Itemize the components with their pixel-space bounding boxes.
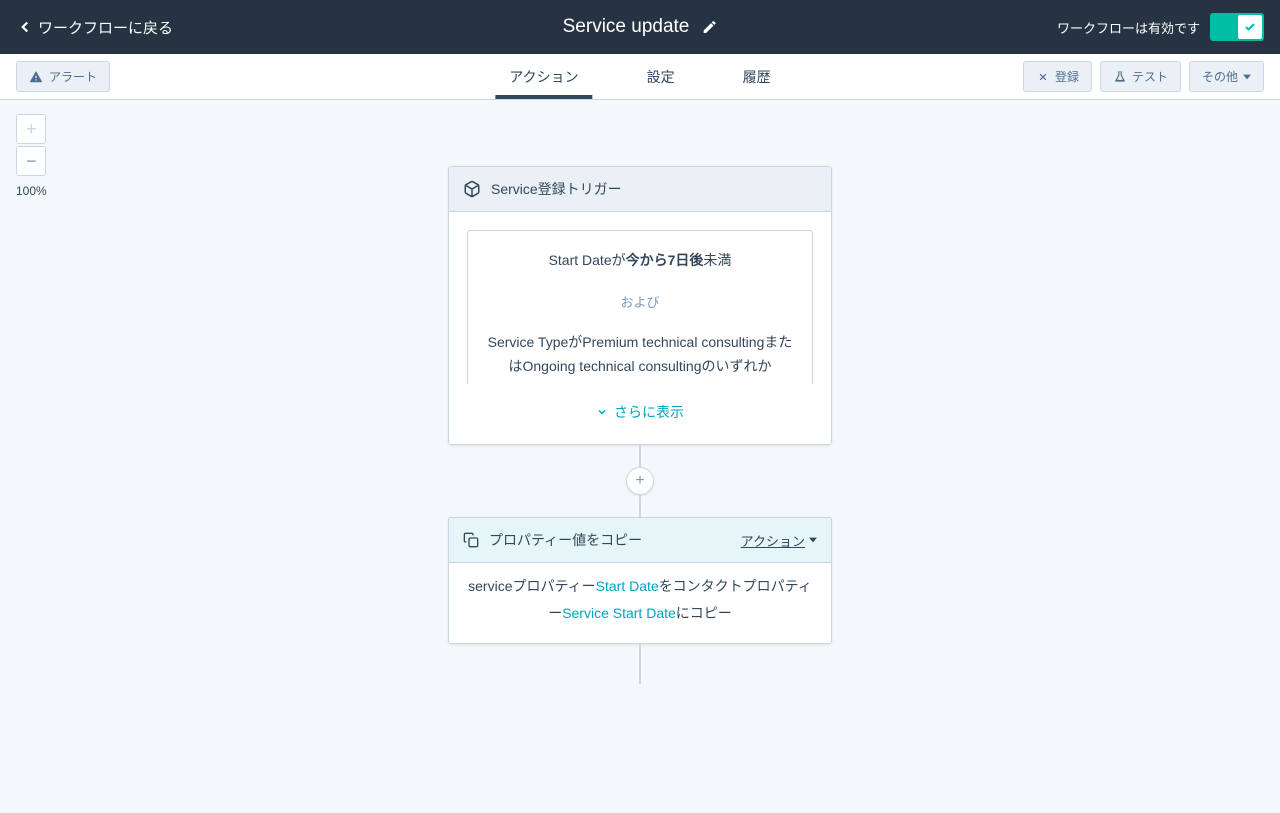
back-label: ワークフローに戻る: [38, 17, 173, 38]
sub-header: アラート アクション 設定 履歴 登録 テスト その他: [0, 54, 1280, 100]
connector-line: [639, 644, 641, 684]
check-icon: [1244, 21, 1256, 33]
source-property-link[interactable]: Start Date: [596, 578, 659, 594]
enroll-icon: [1036, 70, 1050, 84]
action-card-header: プロパティー値をコピー アクション: [449, 518, 831, 563]
alert-label: アラート: [49, 68, 97, 85]
action-title: プロパティー値をコピー: [489, 530, 731, 550]
top-header: ワークフローに戻る Service update ワークフローは有効です: [0, 0, 1280, 54]
trigger-card[interactable]: Service登録トリガー Start Dateが今から7日後未満 および Se…: [448, 166, 832, 445]
tab-history[interactable]: 履歴: [729, 54, 785, 99]
chevron-down-icon: [596, 406, 608, 418]
edit-icon[interactable]: [701, 19, 717, 35]
action-card-body: serviceプロパティーStart DateをコンタクトプロパティーServi…: [449, 563, 831, 642]
test-button[interactable]: テスト: [1100, 61, 1181, 92]
tabs: アクション 設定 履歴: [495, 54, 784, 99]
connector-line: [639, 445, 641, 467]
filter-condition-1[interactable]: Start Dateが今から7日後未満: [468, 231, 812, 291]
flask-icon: [1113, 70, 1127, 84]
zoom-controls: + − 100%: [16, 114, 47, 198]
caret-down-icon: [1243, 73, 1251, 81]
target-property-link[interactable]: Service Start Date: [562, 605, 676, 621]
warning-icon: [29, 70, 43, 84]
filter-group: Start Dateが今から7日後未満 および Service TypeがPre…: [467, 230, 813, 384]
header-right: ワークフローは有効です: [1057, 13, 1264, 41]
workflow-title: Service update: [563, 16, 690, 38]
filter-and-separator: および: [468, 291, 812, 313]
tab-settings[interactable]: 設定: [633, 54, 689, 99]
workflow-enabled-text: ワークフローは有効です: [1057, 18, 1200, 37]
add-action-button[interactable]: +: [626, 467, 654, 495]
zoom-in-button[interactable]: +: [16, 114, 46, 144]
workflow-canvas[interactable]: + − 100% Service登録トリガー Start Dateが今から7日後…: [0, 100, 1280, 813]
title-wrap: Service update: [563, 16, 718, 38]
alerts-button[interactable]: アラート: [16, 61, 110, 92]
action-menu-link[interactable]: アクション: [741, 531, 817, 550]
show-more-link[interactable]: さらに表示: [449, 384, 831, 444]
toggle-knob: [1238, 15, 1262, 39]
connector-line: [639, 495, 641, 517]
copy-icon: [463, 532, 479, 548]
action-card[interactable]: プロパティー値をコピー アクション serviceプロパティーStart Dat…: [448, 517, 832, 643]
sub-header-right: 登録 テスト その他: [1023, 61, 1264, 92]
register-button[interactable]: 登録: [1023, 61, 1092, 92]
trigger-title: Service登録トリガー: [491, 179, 817, 199]
workflow-flow: Service登録トリガー Start Dateが今から7日後未満 および Se…: [448, 166, 832, 684]
trigger-body: Start Dateが今から7日後未満 および Service TypeがPre…: [449, 212, 831, 384]
caret-down-icon: [809, 536, 817, 544]
zoom-level: 100%: [16, 184, 47, 198]
back-to-workflows-link[interactable]: ワークフローに戻る: [16, 17, 173, 38]
workflow-enabled-toggle[interactable]: [1210, 13, 1264, 41]
filter-condition-2[interactable]: Service TypeがPremium technical consultin…: [468, 313, 812, 385]
tab-action[interactable]: アクション: [495, 54, 592, 99]
zoom-out-button[interactable]: −: [16, 146, 46, 176]
trigger-card-header: Service登録トリガー: [449, 167, 831, 212]
chevron-left-icon: [16, 18, 34, 36]
more-button[interactable]: その他: [1189, 61, 1264, 92]
cube-icon: [463, 180, 481, 198]
